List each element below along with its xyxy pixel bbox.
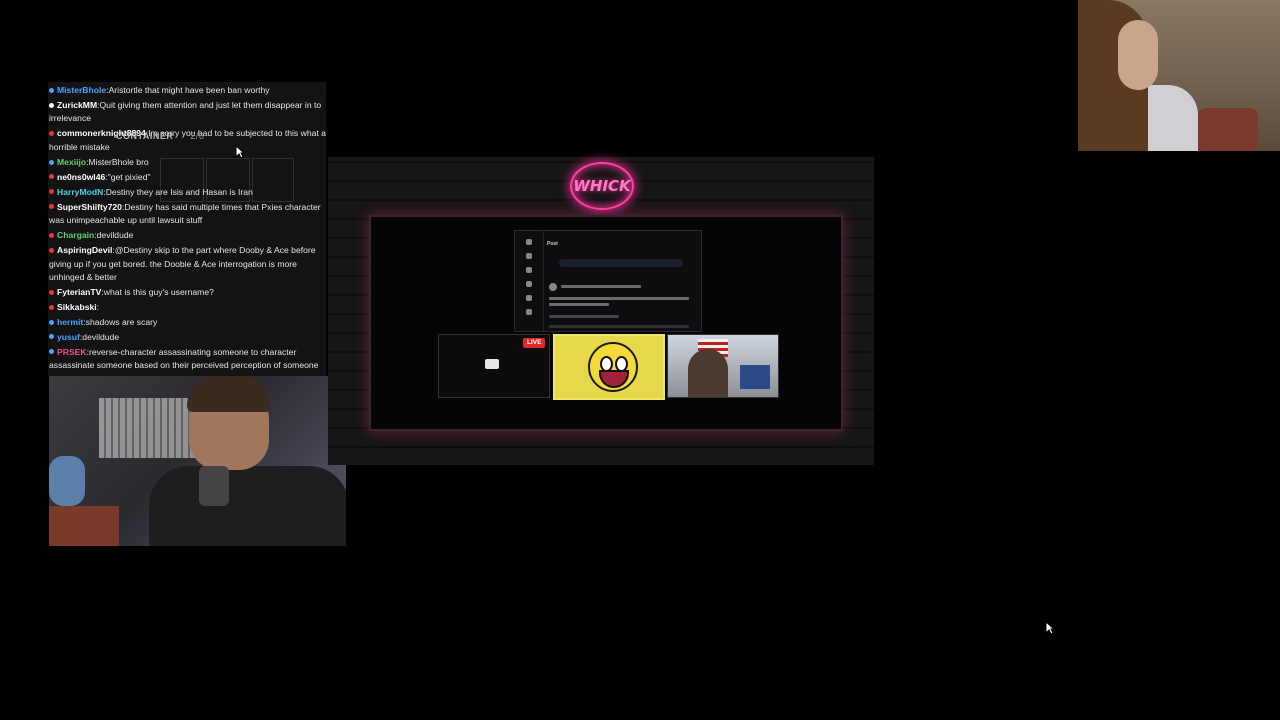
shelf [740, 365, 770, 389]
tweet-text-line [549, 297, 689, 300]
book-stack [49, 506, 119, 546]
user-badge-icon [49, 189, 54, 195]
user-badge-icon [49, 289, 54, 295]
guest-face [1118, 20, 1158, 90]
chat-text: :devildude [79, 331, 120, 342]
user-badge-icon [49, 131, 54, 137]
user-badge-icon [49, 174, 54, 180]
list-icon [526, 309, 532, 315]
tweet-nav-rail [515, 231, 544, 331]
webcam-streamer [49, 376, 346, 546]
search-icon [526, 267, 532, 273]
chat-text: :Aristortle that might have been ban wor… [106, 85, 270, 95]
tweet-meta-line [549, 315, 619, 318]
live-badge: LIVE [523, 338, 546, 348]
chat-text: :MisterBhole bro [86, 156, 149, 167]
user-badge-icon [49, 204, 54, 210]
chat-message-list: MisterBhole:Aristortle that might have b… [48, 82, 326, 376]
chat-message: MisterBhole:Aristortle that might have b… [49, 84, 326, 98]
user-badge-icon [49, 349, 54, 355]
x-icon [526, 239, 532, 245]
home-icon [526, 253, 532, 259]
chat-message: FyterianTV:what is this guy's username? [49, 286, 326, 300]
neon-logo: WHICK [570, 162, 634, 210]
tweet-text-line [549, 303, 609, 306]
user-badge-icon [49, 319, 54, 325]
inventory-slot [252, 158, 294, 202]
chat-overlay: MisterBhole:Aristortle that might have b… [48, 82, 326, 376]
chat-username[interactable]: ne0ns0wl46 [57, 172, 105, 182]
chat-message: yusuf:devildude [49, 331, 326, 345]
user-badge-icon [49, 159, 54, 165]
streamer-jacket [149, 466, 346, 546]
tweet-avatar [549, 283, 557, 291]
tweet-preview: Post [514, 230, 702, 332]
chat-message: AspiringDevil:@Destiny skip to the part … [49, 244, 326, 285]
guest-chair [1198, 108, 1258, 151]
awesome-face-icon [588, 342, 638, 392]
chat-username[interactable]: hermit [57, 317, 83, 327]
chat-username[interactable]: Mexiijo [57, 157, 86, 167]
chat-message: ZurickMM:Quit giving them attention and … [49, 99, 326, 126]
chat-text: : [96, 301, 100, 312]
bell-icon [526, 281, 532, 287]
chat-username[interactable]: Chargain [57, 230, 94, 240]
mouse-cursor-icon [1045, 621, 1055, 635]
guest-cam-thumbnail [667, 334, 779, 398]
chat-message: Chargain:devildude [49, 229, 326, 243]
tweet-text-line [561, 285, 641, 288]
chat-username[interactable]: FyterianTV [57, 287, 101, 297]
chat-username[interactable]: yusuf [57, 332, 80, 342]
guest-person [688, 349, 728, 397]
tweet-actions-line [549, 325, 689, 328]
user-badge-icon [49, 304, 54, 310]
chat-message: hermit:shadows are scary [49, 316, 326, 330]
container-title: CONTAINER [116, 131, 174, 141]
mouse-cursor-icon [235, 145, 245, 159]
smiley-mouth [599, 370, 629, 388]
chat-username[interactable]: MisterBhole [57, 85, 106, 95]
streamer-hair [187, 376, 271, 412]
user-badge-icon [49, 102, 54, 108]
user-badge-icon [49, 87, 54, 93]
chat-text: :shadows are scary [83, 316, 158, 327]
chat-username[interactable]: PRSEK [57, 347, 87, 357]
chat-username[interactable]: Sikkabski [57, 302, 97, 312]
chat-message: Sikkabski: [49, 301, 326, 315]
chat-username[interactable]: ZurickMM [57, 100, 97, 110]
chat-text: :devildude [94, 230, 134, 241]
chat-text: :reverse-character assassinating someone… [49, 346, 319, 376]
chat-text: :what is this guy's username? [101, 286, 214, 297]
chat-username[interactable]: AspiringDevil [57, 245, 112, 255]
inventory-slot [160, 158, 204, 202]
tweet-header: Post [547, 241, 558, 247]
webcam-guest [1078, 0, 1280, 151]
microphone [199, 466, 229, 506]
plush-toy [49, 456, 85, 506]
chat-message: PRSEK:reverse-character assassinating so… [49, 346, 326, 376]
container-counter: 2/6 [190, 131, 205, 141]
container-label: CONTAINER 2/6 [116, 131, 204, 141]
chat-message: SuperShiifty720:Destiny has said multipl… [49, 201, 326, 228]
tweet-community-bar [559, 259, 683, 267]
monitor-icon [485, 359, 499, 369]
inventory-slot [206, 158, 250, 202]
mail-icon [526, 295, 532, 301]
chat-username[interactable]: HarryModN [57, 187, 103, 197]
emote-thumbnail [553, 334, 665, 400]
user-badge-icon [49, 232, 54, 238]
chat-username[interactable]: SuperShiifty720 [57, 202, 122, 212]
chat-text: :"get pixied" [105, 171, 151, 182]
user-badge-icon [49, 247, 54, 253]
user-badge-icon [49, 334, 54, 340]
